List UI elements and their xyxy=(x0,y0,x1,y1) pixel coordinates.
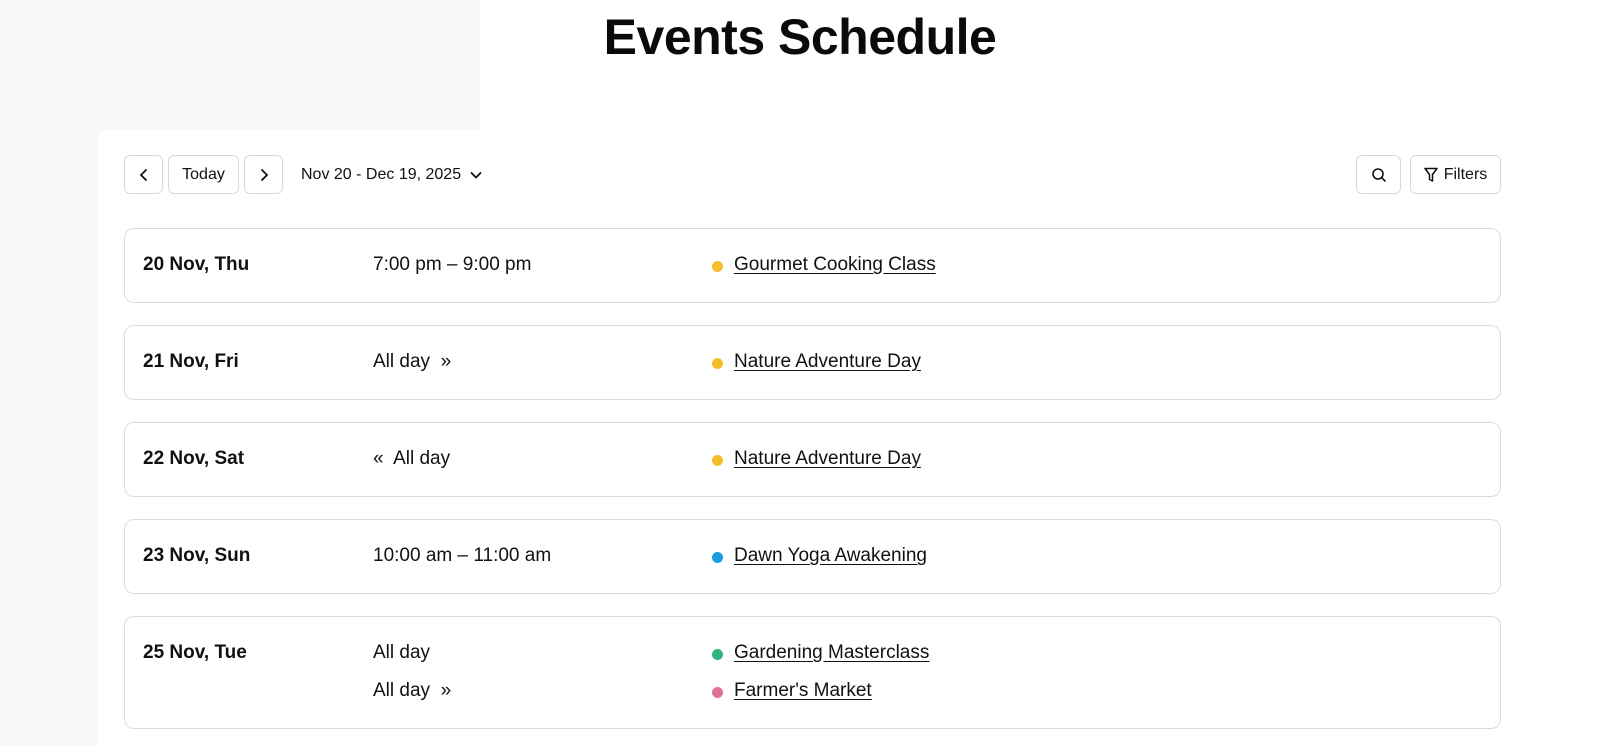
event-time: 10:00 am – 11:00 am xyxy=(373,545,552,566)
filters-label: Filters xyxy=(1443,165,1488,183)
event-row: 7:00 pm – 9:00 pm Gourmet Cooking Class xyxy=(125,254,1500,278)
event-row: « All day Nature Adventure Day xyxy=(125,448,1500,472)
event-title-link[interactable]: Farmer's Market xyxy=(734,680,872,702)
event-row: 10:00 am – 11:00 am Dawn Yoga Awakening xyxy=(125,545,1500,569)
event-time: « All day xyxy=(373,448,451,469)
event-title-link[interactable]: Dawn Yoga Awakening xyxy=(734,545,927,567)
schedule-panel: Today Nov 20 - Dec 19, 2025 Filters 20 N… xyxy=(98,130,1600,745)
toolbar: Today Nov 20 - Dec 19, 2025 Filters xyxy=(124,155,1600,195)
day-card: 20 Nov, Thu 7:00 pm – 9:00 pm Gourmet Co… xyxy=(124,228,1501,303)
chevron-left-icon xyxy=(139,168,147,181)
event-title-link[interactable]: Gourmet Cooking Class xyxy=(734,254,936,276)
event-color-dot xyxy=(712,358,723,369)
event-time: All day » xyxy=(373,680,452,701)
prev-button[interactable] xyxy=(124,155,163,194)
page: Events Schedule Today Nov 20 - Dec 19, 2… xyxy=(0,0,1600,745)
search-icon xyxy=(1371,167,1386,182)
event-color-dot xyxy=(712,552,723,563)
event-title-link[interactable]: Nature Adventure Day xyxy=(734,448,921,470)
event-time: All day xyxy=(373,642,431,663)
event-color-dot xyxy=(712,261,723,272)
event-color-dot xyxy=(712,649,723,660)
event-title-link[interactable]: Nature Adventure Day xyxy=(734,351,921,373)
chevron-right-icon xyxy=(260,168,268,181)
next-button[interactable] xyxy=(244,155,283,194)
day-card: 21 Nov, Fri All day » Nature Adventure D… xyxy=(124,325,1501,400)
date-range-dropdown[interactable]: Nov 20 - Dec 19, 2025 xyxy=(301,155,483,194)
date-range-label: Nov 20 - Dec 19, 2025 xyxy=(301,165,462,183)
search-button[interactable] xyxy=(1356,155,1401,194)
event-title-link[interactable]: Gardening Masterclass xyxy=(734,642,929,664)
day-card: 25 Nov, Tue All day Gardening Masterclas… xyxy=(124,616,1501,729)
event-color-dot xyxy=(712,687,723,698)
event-row: All day » Nature Adventure Day xyxy=(125,351,1500,375)
event-row: All day Gardening Masterclass xyxy=(125,642,1500,666)
page-title: Events Schedule xyxy=(603,9,997,65)
filters-button[interactable]: Filters xyxy=(1410,155,1501,194)
day-card: 23 Nov, Sun 10:00 am – 11:00 am Dawn Yog… xyxy=(124,519,1501,594)
event-time: 7:00 pm – 9:00 pm xyxy=(373,254,532,275)
event-time: All day » xyxy=(373,351,452,372)
day-card: 22 Nov, Sat « All day Nature Adventure D… xyxy=(124,422,1501,497)
event-color-dot xyxy=(712,455,723,466)
chevron-down-icon xyxy=(470,171,482,178)
filter-icon xyxy=(1423,167,1438,182)
event-row: All day » Farmer's Market xyxy=(125,680,1500,704)
today-button[interactable]: Today xyxy=(168,155,239,194)
day-list: 20 Nov, Thu 7:00 pm – 9:00 pm Gourmet Co… xyxy=(124,228,1501,745)
